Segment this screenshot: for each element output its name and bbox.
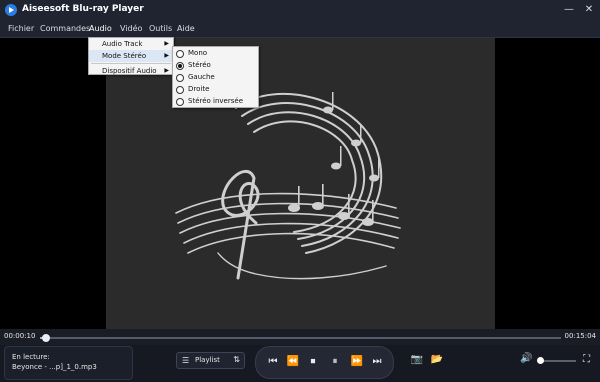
radio-selected-icon: [176, 62, 184, 70]
stereo-mode-submenu: Mono Stéréo Gauche Droite Stéréo inversé…: [172, 46, 259, 108]
title-bar: Aiseesoft Blu-ray Player — ✕: [0, 0, 600, 20]
seek-bar: 00:00:10 00:15:04: [0, 329, 600, 345]
menu-audio-track-label: Audio Track: [102, 40, 143, 48]
progress-track[interactable]: [40, 334, 561, 342]
rewind-icon[interactable]: ⏪: [286, 355, 300, 369]
menu-aide[interactable]: Aide: [177, 24, 195, 33]
submenu-arrow-icon: ▶: [164, 67, 169, 74]
current-time: 00:00:10: [4, 332, 36, 340]
previous-icon[interactable]: ⏮: [266, 355, 280, 369]
menu-fichier[interactable]: Fichier: [8, 24, 34, 33]
window-title: Aiseesoft Blu-ray Player: [22, 4, 144, 14]
open-folder-icon[interactable]: 📂: [430, 353, 444, 367]
snapshot-camera-icon[interactable]: 📷: [410, 353, 424, 367]
volume-icon[interactable]: 🔊: [520, 353, 532, 364]
menu-dispositif-audio-label: Dispositif Audio: [102, 67, 157, 75]
audio-menu-dropdown: Audio Track ▶ Mode Stéréo ▶ Dispositif A…: [88, 37, 174, 75]
stereo-option-label: Gauche: [188, 73, 215, 81]
album-artwork: [106, 38, 495, 329]
menu-audio-track[interactable]: Audio Track ▶: [89, 38, 173, 50]
volume-handle[interactable]: [536, 357, 544, 364]
submenu-arrow-icon: ▶: [164, 40, 169, 47]
total-time: 00:15:04: [564, 332, 596, 340]
playlist-sort-icon[interactable]: ⇅: [233, 355, 240, 364]
stereo-option-label: Droite: [188, 85, 210, 93]
menu-bar: Fichier Commandes Audio Vidéo Outils Aid…: [0, 20, 600, 38]
radio-icon: [176, 74, 184, 82]
radio-icon: [176, 86, 184, 94]
now-playing-file: Beyonce - ...p]_1_0.mp3: [12, 363, 97, 371]
video-area[interactable]: [0, 38, 600, 329]
control-bar: En lecture: Beyonce - ...p]_1_0.mp3 ☰ Pl…: [0, 345, 600, 382]
stereo-option-inverse[interactable]: Stéréo inversée: [173, 95, 258, 107]
close-button[interactable]: ✕: [582, 3, 596, 17]
fast-forward-icon[interactable]: ⏩: [350, 355, 364, 369]
radio-icon: [176, 50, 184, 58]
next-icon[interactable]: ⏭: [370, 355, 384, 369]
menu-audio[interactable]: Audio: [89, 24, 112, 33]
transport-controls: ⏮ ⏪ ⏹ ⏸ ⏩ ⏭: [255, 346, 394, 379]
menu-mode-stereo-label: Mode Stéréo: [102, 52, 147, 60]
menu-dispositif-audio[interactable]: Dispositif Audio ▶: [89, 65, 173, 77]
minimize-button[interactable]: —: [562, 3, 576, 17]
app-logo-icon: [5, 4, 17, 16]
playlist-label: Playlist: [195, 356, 220, 364]
playlist-icon: ☰: [182, 356, 190, 365]
now-playing-box: En lecture: Beyonce - ...p]_1_0.mp3: [4, 346, 133, 380]
pause-icon[interactable]: ⏸: [328, 355, 342, 369]
progress-handle[interactable]: [41, 334, 50, 342]
menu-mode-stereo[interactable]: Mode Stéréo ▶: [89, 50, 173, 62]
stereo-option-label: Stéréo inversée: [188, 97, 244, 105]
menu-outils[interactable]: Outils: [149, 24, 172, 33]
submenu-arrow-icon: ▶: [164, 52, 169, 59]
stereo-option-mono[interactable]: Mono: [173, 47, 258, 59]
menu-commandes[interactable]: Commandes: [40, 24, 90, 33]
stereo-option-droite[interactable]: Droite: [173, 83, 258, 95]
stop-icon[interactable]: ⏹: [306, 355, 320, 369]
playlist-button[interactable]: ☰ Playlist ⇅: [176, 352, 245, 369]
stereo-option-gauche[interactable]: Gauche: [173, 71, 258, 83]
music-notes-artwork: [175, 92, 401, 280]
radio-icon: [176, 98, 184, 106]
stereo-option-stereo[interactable]: Stéréo: [173, 59, 258, 71]
menu-video[interactable]: Vidéo: [120, 24, 142, 33]
stereo-option-label: Mono: [188, 49, 208, 57]
stereo-option-label: Stéréo: [188, 61, 211, 69]
fullscreen-icon[interactable]: ⛶: [583, 354, 590, 365]
menu-separator: [91, 63, 171, 64]
volume-slider[interactable]: [536, 357, 576, 364]
now-playing-label: En lecture:: [12, 353, 50, 361]
